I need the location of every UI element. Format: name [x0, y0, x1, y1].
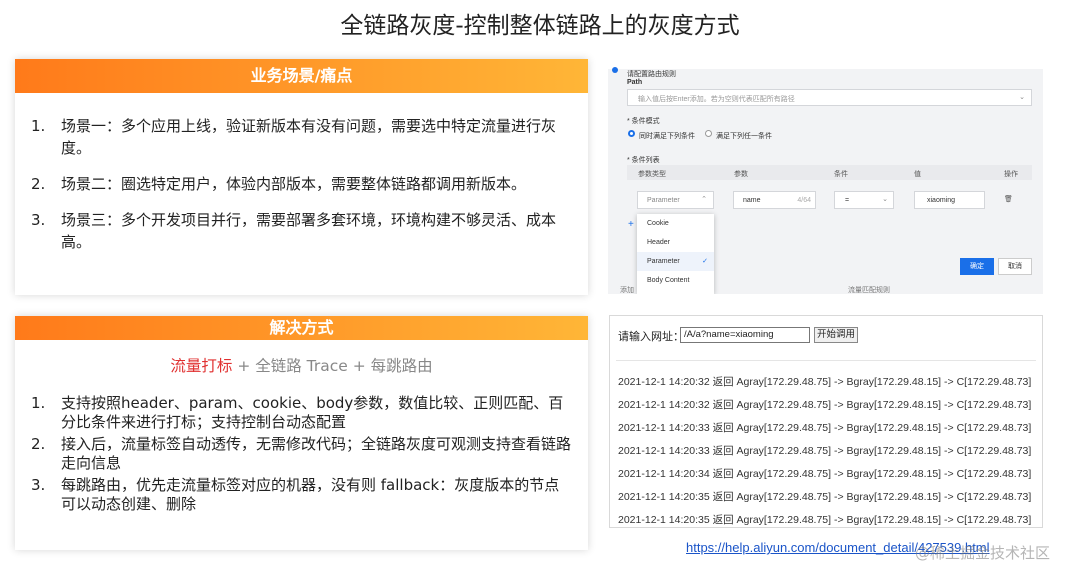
- list-number: 3.: [31, 211, 46, 229]
- solution-card: 解决方式 流量打标 + 全链路 Trace + 每跳路由 1. 支持按照heade…: [15, 316, 588, 550]
- value-value: xiaoming: [927, 197, 956, 204]
- scenarios-card: 业务场景/痛点 1. 场景一：多个应用上线，验证新版本有没有问题，需要选中特定流量…: [15, 59, 588, 295]
- formula-rest: + 全链路 Trace + 每跳路由: [232, 357, 433, 375]
- dropdown-item-header[interactable]: Header: [637, 233, 714, 252]
- path-label: Path: [627, 79, 643, 86]
- condition-value: =: [845, 197, 850, 204]
- radio-all-icon[interactable]: [628, 130, 635, 137]
- log-line: 2021-12-1 14:20:33 返回 Agray[172.29.48.75…: [618, 422, 1032, 434]
- dropdown-item-body-content[interactable]: Body Content: [637, 271, 714, 290]
- confirm-button[interactable]: 确定: [960, 258, 994, 275]
- radio-any-icon[interactable]: [705, 130, 712, 137]
- list-number: 1.: [31, 394, 46, 412]
- route-panel-top-bar: [608, 61, 1043, 69]
- list-number: 1.: [31, 117, 46, 135]
- list-text: 接入后，流量标签自动透传，无需修改代码；全链路灰度可观测支持查看链路走向信息: [61, 435, 572, 472]
- list-text: 每跳路由，优先走流量标签对应的机器，没有则 fallback：灰度版本的节点可以…: [61, 476, 560, 513]
- col-action: 操作: [1004, 171, 1018, 178]
- col-value: 值: [914, 171, 921, 178]
- solution-card-header: 解决方式: [15, 316, 588, 340]
- scenarios-card-header: 业务场景/痛点: [15, 59, 588, 93]
- url-label: 请输入网址：: [618, 331, 684, 343]
- log-line: 2021-12-1 14:20:35 返回 Agray[172.29.48.75…: [618, 491, 1032, 503]
- col-param: 参数: [734, 171, 748, 178]
- col-param-type: 参数类型: [638, 171, 666, 178]
- dropdown-item-cookie[interactable]: Cookie: [637, 214, 714, 233]
- url-input[interactable]: /A/a?name=xiaoming: [680, 327, 810, 343]
- mode-all-label: 同时满足下列条件: [639, 133, 695, 140]
- list-text: 场景一：多个应用上线，验证新版本有没有问题，需要选中特定流量进行灰度。: [61, 117, 557, 157]
- param-type-dropdown: Cookie Header Parameter ✓ Body Content: [637, 214, 714, 294]
- col-condition: 条件: [834, 171, 848, 178]
- list-item: 3. 每跳路由，优先走流量标签对应的机器，没有则 fallback：灰度版本的节点…: [31, 476, 572, 514]
- delete-icon[interactable]: 🗑: [1004, 195, 1013, 203]
- step-dot-icon: [612, 67, 618, 73]
- log-line: 2021-12-1 14:20:32 返回 Agray[172.29.48.75…: [618, 376, 1032, 388]
- footer-right-text: 流量匹配规则: [848, 287, 890, 294]
- log-list: 2021-12-1 14:20:32 返回 Agray[172.29.48.75…: [618, 371, 1032, 527]
- condition-mode-label: * 条件模式: [627, 118, 660, 125]
- watermark: @稀土掘金技术社区: [915, 544, 1051, 562]
- call-log-panel: 请输入网址： /A/a?name=xiaoming 开始调用 2021-12-1…: [609, 315, 1043, 528]
- page-title: 全链路灰度-控制整体链路上的灰度方式: [340, 13, 740, 39]
- condition-list-label: * 条件列表: [627, 157, 660, 164]
- path-input[interactable]: 输入值后按Enter添加。若为空则代表匹配所有路径 ⌄: [627, 89, 1032, 106]
- solution-formula: 流量打标 + 全链路 Trace + 每跳路由: [15, 354, 588, 376]
- divider: [616, 360, 1036, 361]
- chevron-down-icon: ⌄: [1019, 94, 1025, 101]
- start-call-button[interactable]: 开始调用: [814, 327, 858, 343]
- mode-any-label: 满足下列任一条件: [716, 133, 772, 140]
- list-number: 2.: [31, 435, 46, 453]
- footer-left-text: 添加: [620, 287, 634, 294]
- cancel-button[interactable]: 取消: [998, 258, 1032, 275]
- list-text: 场景三：多个开发项目并行，需要部署多套环境，环境构建不够灵活、成本高。: [61, 211, 557, 251]
- condition-select[interactable]: = ⌄: [834, 191, 894, 209]
- param-type-value: Parameter: [647, 197, 680, 204]
- list-number: 3.: [31, 476, 46, 494]
- list-item: 1. 支持按照header、param、cookie、body参数，数值比较、正则…: [31, 394, 572, 432]
- solutions-list: 1. 支持按照header、param、cookie、body参数，数值比较、正则…: [15, 376, 588, 514]
- table-header-row: [627, 165, 1032, 180]
- dropdown-item-parameter[interactable]: Parameter ✓: [637, 252, 714, 271]
- list-item: 3. 场景三：多个开发项目并行，需要部署多套环境，环境构建不够灵活、成本高。: [31, 209, 574, 253]
- list-item: 2. 场景二：圈选特定用户，体验内部版本，需要整体链路都调用新版本。: [31, 173, 574, 195]
- param-name-input[interactable]: name 4/64: [733, 191, 816, 209]
- log-line: 2021-12-1 14:20:35 返回 Agray[172.29.48.75…: [618, 514, 1032, 526]
- check-icon: ✓: [702, 258, 708, 265]
- param-name-value: name: [743, 197, 761, 204]
- formula-highlight: 流量打标: [170, 357, 233, 375]
- log-line: 2021-12-1 14:20:32 返回 Agray[172.29.48.75…: [618, 399, 1032, 411]
- list-item: 1. 场景一：多个应用上线，验证新版本有没有问题，需要选中特定流量进行灰度。: [31, 115, 574, 159]
- log-line: 2021-12-1 14:20:34 返回 Agray[172.29.48.75…: [618, 468, 1032, 480]
- list-number: 2.: [31, 175, 46, 193]
- value-input[interactable]: xiaoming: [914, 191, 985, 209]
- chevron-up-icon: ⌃: [701, 196, 707, 203]
- list-text: 支持按照header、param、cookie、body参数，数值比较、正则匹配…: [61, 394, 564, 431]
- list-text: 场景二：圈选特定用户，体验内部版本，需要整体链路都调用新版本。: [61, 175, 527, 193]
- log-line: 2021-12-1 14:20:33 返回 Agray[172.29.48.75…: [618, 445, 1032, 457]
- param-counter: 4/64: [797, 197, 811, 204]
- route-config-panel: 请配置路由规则 Path 输入值后按Enter添加。若为空则代表匹配所有路径 ⌄…: [608, 61, 1043, 294]
- list-item: 2. 接入后，流量标签自动透传，无需修改代码；全链路灰度可观测支持查看链路走向信息: [31, 435, 572, 473]
- route-section-title: 请配置路由规则: [627, 71, 676, 78]
- param-type-select[interactable]: Parameter ⌃: [637, 191, 714, 209]
- path-placeholder: 输入值后按Enter添加。若为空则代表匹配所有路径: [638, 96, 795, 103]
- chevron-down-icon: ⌄: [882, 196, 888, 203]
- add-condition-icon[interactable]: +: [628, 219, 634, 230]
- scenarios-list: 1. 场景一：多个应用上线，验证新版本有没有问题，需要选中特定流量进行灰度。 2.…: [15, 93, 588, 253]
